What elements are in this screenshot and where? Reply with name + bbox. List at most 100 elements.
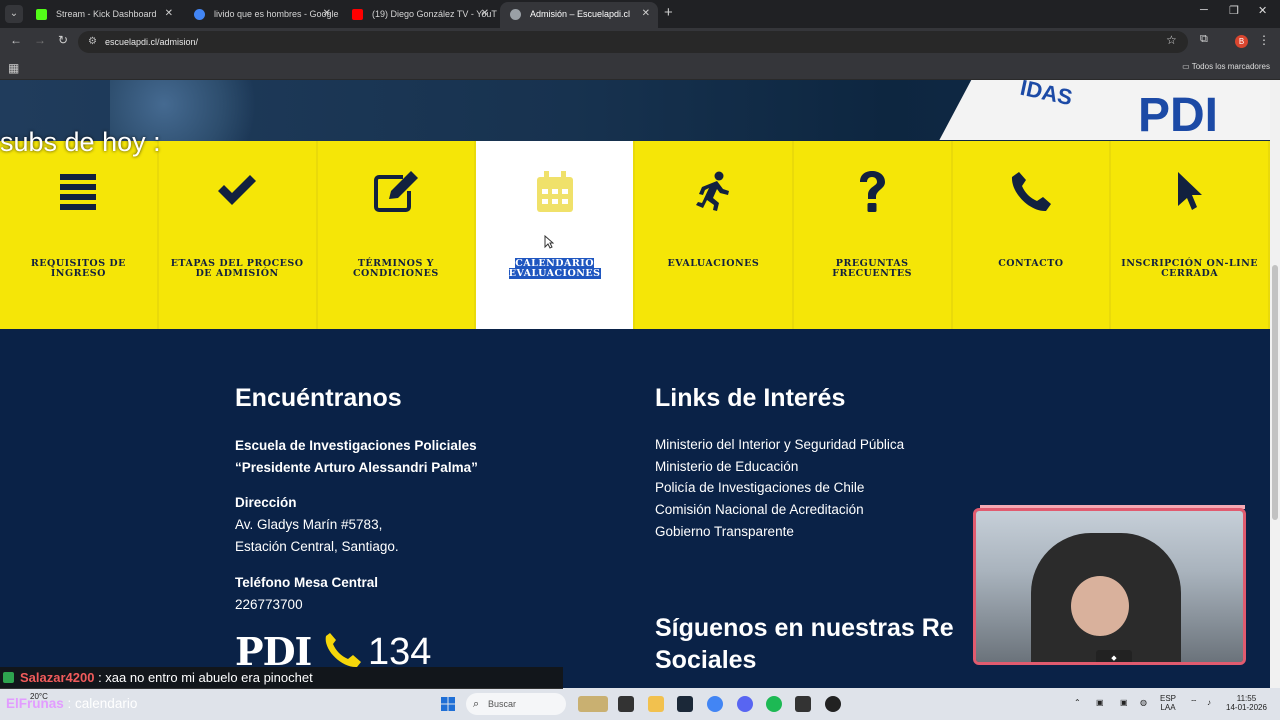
news-widget-icon[interactable]: [578, 696, 608, 712]
clock[interactable]: 11:55 14-01-2026: [1226, 694, 1267, 712]
address-line-2: Estación Central, Santiago.: [235, 539, 399, 554]
kick-favicon-icon: [36, 9, 47, 20]
find-us-heading: Encuéntranos: [235, 384, 402, 412]
bookmark-star-icon[interactable]: ☆: [1166, 33, 1177, 47]
tab-kick-dashboard[interactable]: Stream - Kick Dashboard ✕: [26, 2, 181, 28]
phone-label: Teléfono Mesa Central: [235, 575, 379, 590]
school-name: Escuela de Investigaciones Policiales “P…: [235, 435, 478, 479]
volume-icon[interactable]: ♪: [1207, 698, 1211, 707]
school-line-1: Escuela de Investigaciones Policiales: [235, 438, 477, 453]
address-bar[interactable]: ⚙ escuelapdi.cl/admision/: [78, 31, 1188, 53]
tile-inscripcion[interactable]: INSCRIPCIÓN ON-LINE CERRADA: [1111, 141, 1270, 329]
selected-label-text: CALENDARIO EVALUACIONES: [508, 258, 601, 279]
tab-search-button[interactable]: ⌄: [5, 5, 23, 23]
phone-number[interactable]: 226773700: [235, 594, 378, 616]
all-bookmarks-folder[interactable]: ▭ Todos los marcadores: [1182, 62, 1270, 71]
admission-menu: REQUISITOS DE INGRESO ETAPAS DEL PROCESO…: [0, 141, 1270, 329]
running-icon: [635, 171, 792, 221]
spotify-icon[interactable]: [766, 696, 782, 712]
bookmarks-bar: ▦ ▭ Todos los marcadores: [0, 56, 1280, 80]
close-tab-icon[interactable]: ✕: [642, 2, 650, 26]
tab-google-search[interactable]: livido que es hombres - Google ✕: [184, 2, 339, 28]
tile-calendario[interactable]: CALENDARIO EVALUACIONES: [476, 141, 635, 329]
forward-icon[interactable]: →: [34, 33, 46, 47]
social-heading-line-1: Síguenos en nuestras Re: [655, 614, 954, 642]
webcam-overlay: ◆: [973, 508, 1246, 665]
browser-menu-icon[interactable]: ⋮: [1258, 33, 1270, 47]
chrome-icon[interactable]: [707, 696, 723, 712]
link-ministerio-educacion[interactable]: Ministerio de Educación: [655, 456, 904, 478]
task-view-icon[interactable]: [618, 696, 634, 712]
close-window-icon[interactable]: ✕: [1258, 4, 1267, 17]
page-scrollbar[interactable]: [1270, 80, 1280, 700]
tile-label: CONTACTO: [998, 258, 1064, 269]
windows-taskbar: 20°C ⌕ Buscar ⌃ ▣ ▣ ◍ ESP LAA ⌔ ♪ 11:55 …: [0, 688, 1280, 720]
site-info-icon[interactable]: ⚙: [88, 31, 97, 53]
tray-chevron-icon[interactable]: ⌃: [1074, 698, 1081, 707]
steam-icon[interactable]: [677, 696, 693, 712]
back-icon[interactable]: ←: [10, 33, 22, 47]
school-line-2: “Presidente Arturo Alessandri Palma”: [235, 460, 478, 475]
tile-label: ETAPAS DEL PROCESO DE ADMISIÓN: [170, 258, 304, 279]
social-heading: Síguenos en nuestras Re Sociales: [655, 612, 954, 676]
tile-terminos[interactable]: TÉRMINOS Y CONDICIONES: [317, 141, 477, 329]
list-icon: [0, 171, 157, 221]
apps-grid-icon[interactable]: ▦: [8, 61, 19, 75]
discord-icon[interactable]: [737, 696, 753, 712]
tile-requisitos[interactable]: REQUISITOS DE INGRESO: [0, 141, 159, 329]
tile-label: PREGUNTAS FRECUENTES: [832, 258, 913, 279]
links-list: Ministerio del Interior y Seguridad Públ…: [655, 434, 904, 543]
obs-icon[interactable]: [825, 696, 841, 712]
calendar-icon: [476, 171, 633, 221]
new-tab-button[interactable]: +: [664, 4, 673, 21]
tile-label: REQUISITOS DE INGRESO: [30, 258, 126, 279]
input-language[interactable]: ESP LAA: [1160, 694, 1176, 712]
close-tab-icon[interactable]: ✕: [481, 2, 489, 26]
tile-etapas[interactable]: ETAPAS DEL PROCESO DE ADMISIÓN: [158, 141, 318, 329]
scrollbar-thumb[interactable]: [1272, 265, 1278, 520]
taskbar-search[interactable]: ⌕ Buscar: [466, 693, 566, 715]
app-icon[interactable]: [795, 696, 811, 712]
clock-date: 14-01-2026: [1226, 703, 1267, 712]
search-icon: ⌕: [473, 698, 480, 710]
tray-app-icon[interactable]: ▣: [1120, 698, 1128, 707]
close-tab-icon[interactable]: ✕: [323, 2, 331, 26]
question-icon: [794, 171, 951, 221]
phone-icon: [953, 171, 1110, 221]
taskbar-search-placeholder: Buscar: [488, 699, 517, 709]
profile-avatar[interactable]: B: [1235, 35, 1248, 48]
hero-banner: [939, 80, 1270, 140]
browser-tab-strip: ⌄ Stream - Kick Dashboard ✕ livido que e…: [0, 0, 1280, 28]
tray-app-icon[interactable]: ◍: [1140, 698, 1147, 707]
network-icon[interactable]: ⌔: [1190, 698, 1198, 707]
lang-line-1: ESP: [1160, 694, 1177, 703]
phone-block: Teléfono Mesa Central 226773700: [235, 572, 378, 616]
windows-start-icon[interactable]: [441, 697, 455, 711]
link-ministerio-interior[interactable]: Ministerio del Interior y Seguridad Públ…: [655, 434, 904, 456]
chat-username: ElFrunas: [6, 696, 64, 711]
tile-label: TÉRMINOS Y CONDICIONES: [352, 258, 439, 279]
tab-title: livido que es hombres - Google: [214, 9, 339, 19]
chat-message: Salazar4200 : xaa no entro mi abuelo era…: [0, 667, 563, 689]
tray-app-icon[interactable]: ▣: [1096, 698, 1104, 707]
tile-evaluaciones[interactable]: EVALUACIONES: [635, 141, 794, 329]
hero-banner-logo-text: PDI: [1138, 89, 1219, 142]
file-explorer-icon[interactable]: [648, 696, 664, 712]
restore-icon[interactable]: ❐: [1229, 4, 1239, 17]
extensions-icon[interactable]: ⧉: [1200, 33, 1208, 46]
tab-escuelapdi[interactable]: Admisión – Escuelapdi.cl ✕: [500, 2, 658, 28]
tab-title: (19) Diego González TV - YouTu: [372, 9, 497, 19]
streamer-face: [1071, 576, 1129, 636]
link-cna[interactable]: Comisión Nacional de Acreditación: [655, 499, 904, 521]
minimize-icon[interactable]: ─: [1200, 4, 1208, 16]
tile-contacto[interactable]: CONTACTO: [952, 141, 1112, 329]
close-tab-icon[interactable]: ✕: [165, 2, 173, 26]
mouse-cursor-icon: [544, 235, 554, 249]
reload-icon[interactable]: ↻: [58, 33, 68, 47]
link-pdi-chile[interactable]: Policía de Investigaciones de Chile: [655, 477, 904, 499]
tab-youtube[interactable]: (19) Diego González TV - YouTu ✕: [342, 2, 497, 28]
link-gobierno-transparente[interactable]: Gobierno Transparente: [655, 521, 904, 543]
tile-preguntas[interactable]: PREGUNTAS FRECUENTES: [793, 141, 953, 329]
links-heading: Links de Interés: [655, 384, 846, 412]
checkmark-icon: [159, 171, 316, 221]
